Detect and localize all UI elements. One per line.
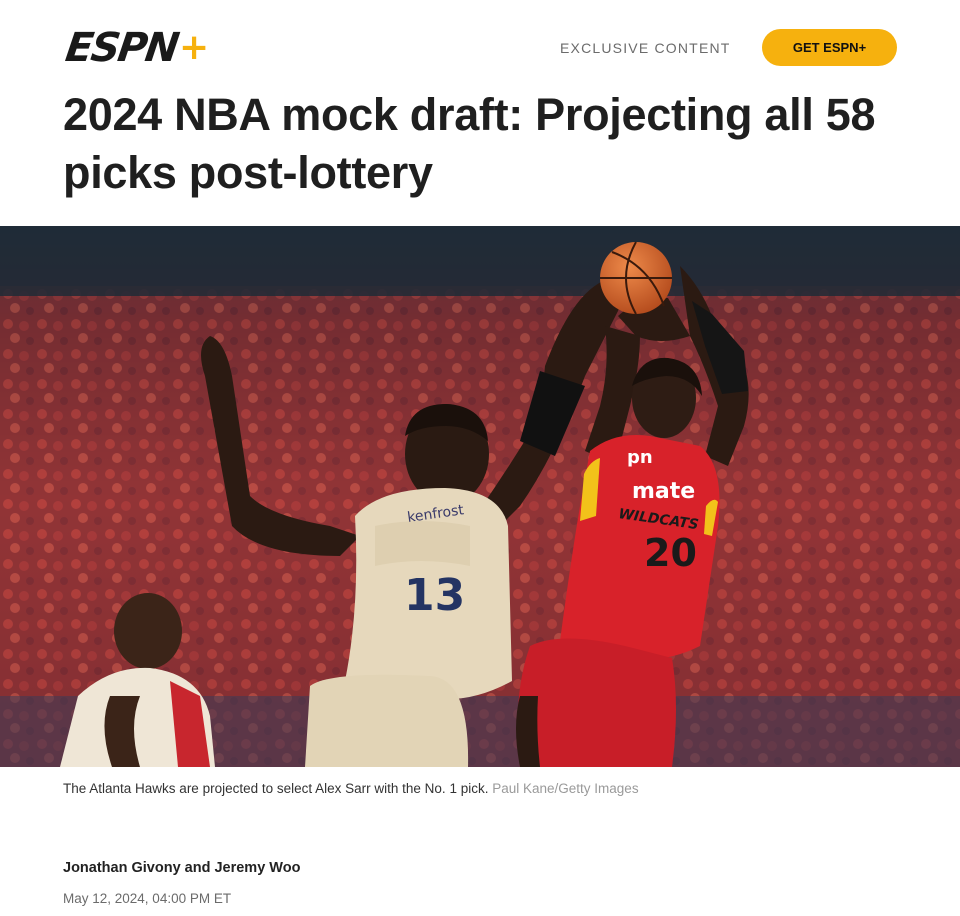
photo-caption: The Atlanta Hawks are projected to selec… bbox=[63, 781, 639, 796]
shooter-chest-logo: pn bbox=[627, 447, 653, 468]
hero-photo: kenfrost 13 pn mate WILDCATS 20 bbox=[0, 226, 960, 767]
logo-plus-sign: + bbox=[178, 27, 210, 68]
logo-wordmark: ESPN bbox=[62, 25, 181, 71]
espn-plus-logo[interactable]: ESPN + bbox=[62, 25, 210, 71]
shooter-sponsor-text: mate bbox=[632, 479, 695, 504]
publish-date: May 12, 2024, 04:00 PM ET bbox=[63, 891, 232, 906]
author-byline[interactable]: Jonathan Givony and Jeremy Woo bbox=[63, 860, 300, 876]
exclusive-content-label: EXCLUSIVE CONTENT bbox=[560, 40, 731, 56]
caption-text: The Atlanta Hawks are projected to selec… bbox=[63, 781, 489, 796]
basketball bbox=[600, 241, 672, 315]
photo-credit: Paul Kane/Getty Images bbox=[492, 781, 639, 796]
get-espn-plus-button[interactable]: GET ESPN+ bbox=[762, 29, 897, 66]
article-headline: 2024 NBA mock draft: Projecting all 58 p… bbox=[63, 89, 876, 198]
site-header: ESPN + EXCLUSIVE CONTENT GET ESPN+ bbox=[0, 0, 960, 90]
shooter-jersey-number: 20 bbox=[644, 531, 697, 575]
defender-jersey-number: 13 bbox=[404, 570, 465, 621]
